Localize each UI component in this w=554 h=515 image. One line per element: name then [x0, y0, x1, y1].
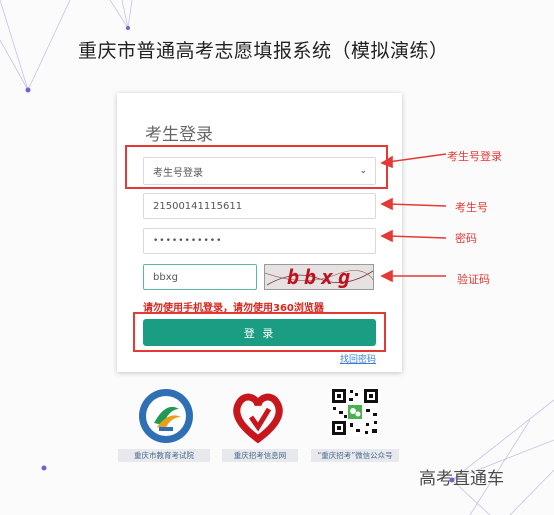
red-heart-logo-icon[interactable]: [229, 387, 287, 445]
watermark-text: 高考直通车: [419, 469, 504, 489]
highlight-login-button: [133, 312, 386, 352]
footer-link-wechat[interactable]: “重庆招考”微信公众号: [311, 449, 399, 462]
page-title: 重庆市普通高考志愿填报系统（模拟演练）: [78, 40, 449, 62]
annotation-login-type: 考生号登录: [447, 150, 502, 163]
footer-link-info-site[interactable]: 重庆招考信息网: [222, 449, 298, 462]
candidate-number-input[interactable]: 21500141115611: [143, 193, 376, 219]
annotation-captcha: 验证码: [457, 273, 490, 286]
exam-authority-seal-icon[interactable]: [137, 387, 195, 445]
captcha-image[interactable]: bbxg: [264, 264, 374, 290]
captcha-text: bbxg: [287, 265, 356, 289]
forgot-password-link[interactable]: 找回密码: [340, 352, 376, 365]
annotation-candidate-number: 考生号: [455, 201, 488, 214]
annotation-arrows: [380, 153, 447, 283]
annotation-password: 密码: [455, 232, 477, 245]
login-heading: 考生登录: [145, 125, 213, 145]
highlight-login-type: [125, 145, 388, 189]
password-input[interactable]: •••••••••••: [143, 228, 376, 254]
footer-link-exam-authority[interactable]: 重庆市教育考试院: [118, 449, 210, 462]
captcha-input[interactable]: bbxg: [143, 264, 257, 290]
qr-code-icon[interactable]: [330, 387, 380, 437]
